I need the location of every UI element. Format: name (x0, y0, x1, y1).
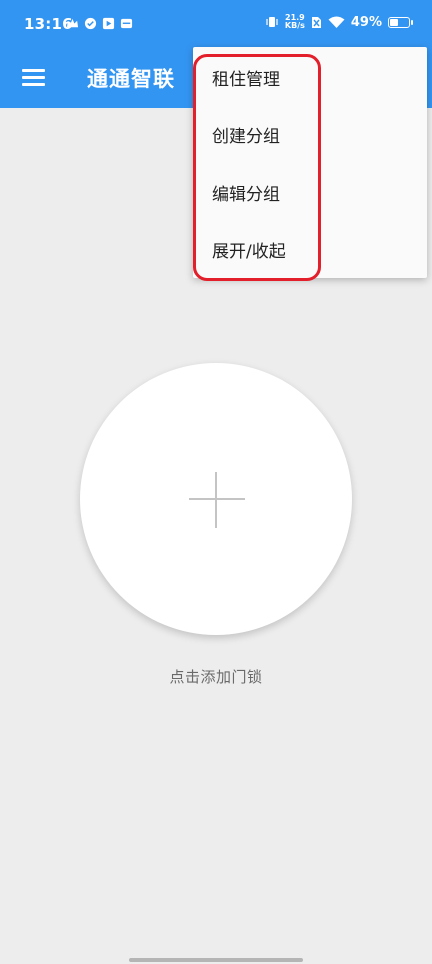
gesture-bar (129, 958, 303, 962)
hamburger-menu-icon[interactable] (22, 66, 46, 90)
add-lock-button[interactable] (80, 363, 352, 635)
overflow-menu: 租住管理 创建分组 编辑分组 展开/收起 (193, 47, 427, 278)
crown-icon (66, 18, 79, 28)
status-bar: 13:16 21.9 KB/s 49% (0, 0, 432, 50)
vibrate-icon (266, 17, 278, 27)
battery-percent: 49% (350, 14, 382, 30)
menu-item-edit-group[interactable]: 编辑分组 (212, 180, 280, 205)
play-icon (102, 17, 115, 30)
battery-icon (388, 16, 413, 28)
network-speed-unit: KB/s (284, 21, 305, 30)
check-circle-icon (84, 17, 97, 30)
menu-item-create-group[interactable]: 创建分组 (212, 122, 280, 147)
network-speed: 21.9 KB/s (285, 14, 305, 30)
plus-icon (189, 498, 245, 500)
app-icon (120, 18, 133, 29)
menu-item-expand-collapse[interactable]: 展开/收起 (212, 237, 286, 262)
battery-level (390, 18, 398, 26)
sim-off-icon (311, 16, 321, 28)
wifi-icon (328, 16, 345, 28)
add-lock-hint: 点击添加门锁 (169, 668, 263, 686)
app-title: 通通智联 (87, 67, 175, 91)
status-system-icons: 21.9 KB/s 49% (265, 14, 413, 30)
status-notification-icons (66, 17, 133, 30)
menu-item-rental-management[interactable]: 租住管理 (212, 65, 280, 90)
